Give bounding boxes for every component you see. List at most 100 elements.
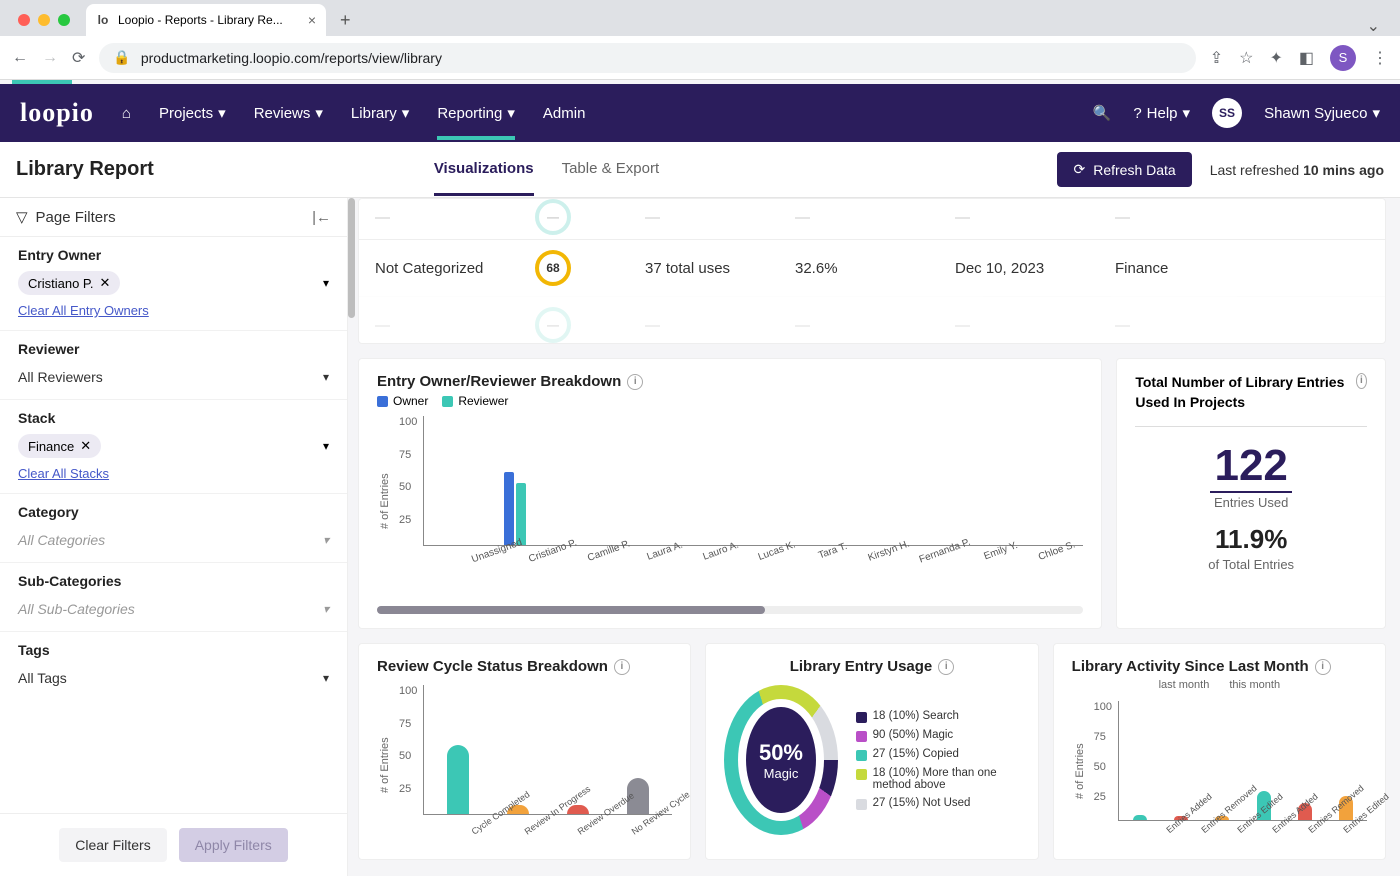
chart-hscroll[interactable] xyxy=(377,606,1083,614)
dropdown-icon: ▾ xyxy=(323,602,329,616)
home-icon: ⌂ xyxy=(122,105,131,122)
x-axis-labels: Entries AddedEntries RemovedEntries Edit… xyxy=(1118,821,1367,831)
info-icon[interactable]: i xyxy=(627,374,643,390)
table-row[interactable]: — — ———— xyxy=(359,296,1385,343)
collapse-sidebar-icon[interactable]: |← xyxy=(312,209,331,226)
x-axis-labels: UnassignedCristiano P.Camille P.Laura A.… xyxy=(423,546,1083,557)
info-icon[interactable]: i xyxy=(1315,659,1331,675)
y-axis-label: # of Entries xyxy=(377,685,393,845)
clear-entry-owners-link[interactable]: Clear All Entry Owners xyxy=(18,303,149,318)
browser-toolbar: ← → ⟳ 🔒 productmarketing.loopio.com/repo… xyxy=(0,36,1400,80)
profile-avatar[interactable]: S xyxy=(1330,45,1356,71)
entry-owner-breakdown-card: Entry Owner/Reviewer Breakdown i Owner R… xyxy=(358,358,1102,629)
info-icon[interactable]: i xyxy=(614,659,630,675)
user-menu[interactable]: Shawn Syjueco ▾ xyxy=(1264,104,1380,122)
subcategories-select[interactable]: All Sub-Categories ▾ xyxy=(18,597,329,621)
logo[interactable]: loopio xyxy=(20,98,94,128)
hscroll-thumb[interactable] xyxy=(377,606,765,614)
tags-select[interactable]: All Tags ▾ xyxy=(18,666,329,690)
bookmark-icon[interactable]: ☆ xyxy=(1239,48,1253,68)
library-activity-card: Library Activity Since Last Month i last… xyxy=(1053,643,1386,860)
tab-strip: lo Loopio - Reports - Library Re... × + … xyxy=(0,0,1400,36)
browser-chrome: lo Loopio - Reports - Library Re... × + … xyxy=(0,0,1400,80)
remove-chip-icon[interactable]: ✕ xyxy=(80,438,91,454)
page-title: Library Report xyxy=(16,158,154,181)
y-axis-label: # of Entries xyxy=(1072,701,1088,841)
refresh-icon: ⟳ xyxy=(1073,161,1085,178)
tab-visualizations[interactable]: Visualizations xyxy=(434,144,534,196)
filter-stack: Stack Finance ✕ ▾ Clear All Stacks xyxy=(0,400,347,494)
share-icon[interactable]: ⇪ xyxy=(1210,48,1223,68)
minimize-window[interactable] xyxy=(38,14,50,26)
tabs-overflow-icon[interactable]: ⌄ xyxy=(1355,16,1392,36)
kpi-pct-label: of Total Entries xyxy=(1135,557,1367,572)
help-icon: ? xyxy=(1133,105,1141,122)
maximize-window[interactable] xyxy=(58,14,70,26)
favicon-icon: lo xyxy=(96,13,110,27)
chip-entry-owner[interactable]: Cristiano P. ✕ xyxy=(18,271,120,295)
bar-chart xyxy=(423,416,1083,546)
subheader: Library Report Visualizations Table & Ex… xyxy=(0,142,1400,198)
info-icon[interactable]: i xyxy=(938,659,954,675)
y-ticks: 100755025 xyxy=(1088,701,1118,821)
url-text: productmarketing.loopio.com/reports/view… xyxy=(141,50,442,66)
kpi-value: 122 xyxy=(1210,441,1291,493)
clear-filters-button[interactable]: Clear Filters xyxy=(59,828,166,862)
clear-stacks-link[interactable]: Clear All Stacks xyxy=(18,466,109,481)
remove-chip-icon[interactable]: ✕ xyxy=(100,275,111,291)
filter-entry-owner: Entry Owner Cristiano P. ✕ ▾ Clear All E… xyxy=(0,237,347,331)
dashboard: — — ———— Not Categorized 68 37 total use… xyxy=(348,198,1400,876)
category-select[interactable]: All Categories ▾ xyxy=(18,528,329,552)
new-tab-button[interactable]: + xyxy=(332,10,359,31)
filter-category: Category All Categories ▾ xyxy=(0,494,347,563)
nav-admin[interactable]: Admin xyxy=(543,105,586,122)
dropdown-icon[interactable]: ▾ xyxy=(323,439,329,453)
cell-category: Not Categorized xyxy=(375,260,535,277)
kpi-pct: 11.9% xyxy=(1135,524,1367,555)
reload-icon[interactable]: ⟳ xyxy=(72,48,85,68)
panel-icon[interactable]: ◧ xyxy=(1299,48,1314,68)
page-filters-header[interactable]: ▽ Page Filters |← xyxy=(0,198,347,237)
filter-footer: Clear Filters Apply Filters xyxy=(0,813,347,876)
tab-table-export[interactable]: Table & Export xyxy=(562,144,660,196)
nav-library[interactable]: Library ▾ xyxy=(351,104,409,122)
search-icon[interactable]: 🔍 xyxy=(1093,104,1112,122)
table-row[interactable]: — — ———— xyxy=(359,199,1385,239)
health-ring: 68 xyxy=(535,250,571,286)
chip-stack[interactable]: Finance ✕ xyxy=(18,434,101,458)
dropdown-icon[interactable]: ▾ xyxy=(323,276,329,290)
extensions-icon[interactable]: ✦ xyxy=(1269,48,1282,68)
donut-center: 50% Magic xyxy=(746,707,815,813)
y-ticks: 100755025 xyxy=(393,685,423,815)
refresh-data-button[interactable]: ⟳ Refresh Data xyxy=(1057,152,1191,187)
nav-reviews[interactable]: Reviews ▾ xyxy=(254,104,323,122)
scrollbar-thumb[interactable] xyxy=(348,198,355,318)
apply-filters-button[interactable]: Apply Filters xyxy=(179,828,288,862)
info-icon[interactable]: i xyxy=(1356,373,1367,389)
donut-legend: 18 (10%) Search90 (50%) Magic27 (15%) Co… xyxy=(856,710,1020,810)
legend-swatch xyxy=(377,396,388,407)
forward-icon[interactable]: → xyxy=(42,49,58,67)
user-initials-badge[interactable]: SS xyxy=(1212,98,1242,128)
filter-subcategories: Sub-Categories All Sub-Categories ▾ xyxy=(0,563,347,632)
menu-icon[interactable]: ⋮ xyxy=(1372,48,1388,68)
window-controls[interactable] xyxy=(8,14,80,26)
browser-tab[interactable]: lo Loopio - Reports - Library Re... × xyxy=(86,4,326,36)
nav-projects[interactable]: Projects ▾ xyxy=(159,104,226,122)
table-row[interactable]: Not Categorized 68 37 total uses 32.6% D… xyxy=(359,239,1385,296)
last-refreshed-text: Last refreshed 10 mins ago xyxy=(1210,162,1384,178)
library-entry-usage-card: Library Entry Usage i 50% Magic 18 (10%)… xyxy=(705,643,1038,860)
dropdown-icon: ▾ xyxy=(323,370,329,384)
close-window[interactable] xyxy=(18,14,30,26)
url-bar[interactable]: 🔒 productmarketing.loopio.com/reports/vi… xyxy=(99,43,1195,73)
nav-reporting[interactable]: Reporting ▾ xyxy=(437,104,515,122)
main-area: ▽ Page Filters |← Entry Owner Cristiano … xyxy=(0,198,1400,876)
chevron-down-icon: ▾ xyxy=(1372,104,1380,122)
dropdown-icon: ▾ xyxy=(323,671,329,685)
nav-home[interactable]: ⌂ xyxy=(122,105,131,122)
back-icon[interactable]: ← xyxy=(12,49,28,67)
close-tab-icon[interactable]: × xyxy=(308,12,316,28)
cell-stack: Finance xyxy=(1115,260,1369,277)
nav-help[interactable]: ? Help ▾ xyxy=(1133,104,1190,122)
reviewer-select[interactable]: All Reviewers ▾ xyxy=(18,365,329,389)
